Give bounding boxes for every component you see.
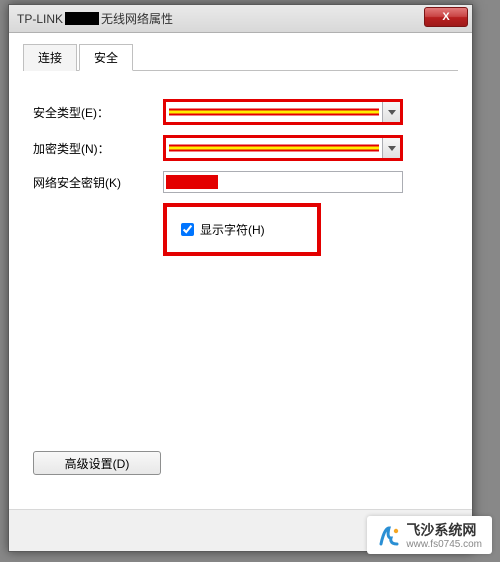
network-key-row: 网络安全密钥(K) (33, 171, 448, 193)
watermark-text: 飞沙系统网 www.fs0745.com (406, 522, 482, 550)
network-key-field[interactable] (163, 171, 403, 193)
title-redacted (65, 12, 99, 25)
show-characters-checkbox[interactable] (181, 223, 194, 236)
watermark-icon (377, 524, 401, 548)
tab-security-label: 安全 (94, 51, 118, 65)
tab-connection[interactable]: 连接 (23, 44, 77, 71)
advanced-settings-button[interactable]: 高级设置(D) (33, 451, 161, 475)
tab-connection-label: 连接 (38, 51, 62, 65)
advanced-settings-label: 高级设置(D) (65, 457, 130, 471)
chevron-down-icon (388, 110, 396, 115)
security-panel: 安全类型(E)： 加密类型(N)： 网络安全密钥(K) (23, 71, 458, 266)
show-characters-row: 显示字符(H) (163, 203, 321, 256)
dialog-window: TP-LINK 无线网络属性 X 连接 安全 安全类型(E)： (8, 4, 473, 552)
close-button[interactable]: X (424, 7, 468, 27)
close-icon: X (442, 11, 449, 23)
network-key-label: 网络安全密钥(K) (33, 174, 163, 191)
chevron-down-icon (388, 146, 396, 151)
encryption-type-dropdown[interactable] (382, 138, 400, 158)
show-characters-label: 显示字符(H) (200, 221, 265, 238)
encryption-type-label: 加密类型(N)： (33, 140, 163, 157)
watermark-url: www.fs0745.com (406, 539, 482, 551)
security-type-label: 安全类型(E)： (33, 104, 163, 121)
watermark-title: 飞沙系统网 (406, 522, 482, 538)
encryption-type-combo[interactable] (163, 135, 403, 161)
content-area: 连接 安全 安全类型(E)： 加密类型(N)： (9, 33, 472, 551)
tab-security[interactable]: 安全 (79, 44, 133, 71)
encryption-type-row: 加密类型(N)： (33, 135, 448, 161)
security-type-combo[interactable] (163, 99, 403, 125)
watermark: 飞沙系统网 www.fs0745.com (367, 516, 492, 554)
title-prefix: TP-LINK (17, 12, 63, 26)
security-type-dropdown[interactable] (382, 102, 400, 122)
titlebar: TP-LINK 无线网络属性 X (9, 5, 472, 33)
title-suffix: 无线网络属性 (101, 10, 173, 27)
security-type-row: 安全类型(E)： (33, 99, 448, 125)
tab-strip: 连接 安全 (23, 43, 458, 71)
